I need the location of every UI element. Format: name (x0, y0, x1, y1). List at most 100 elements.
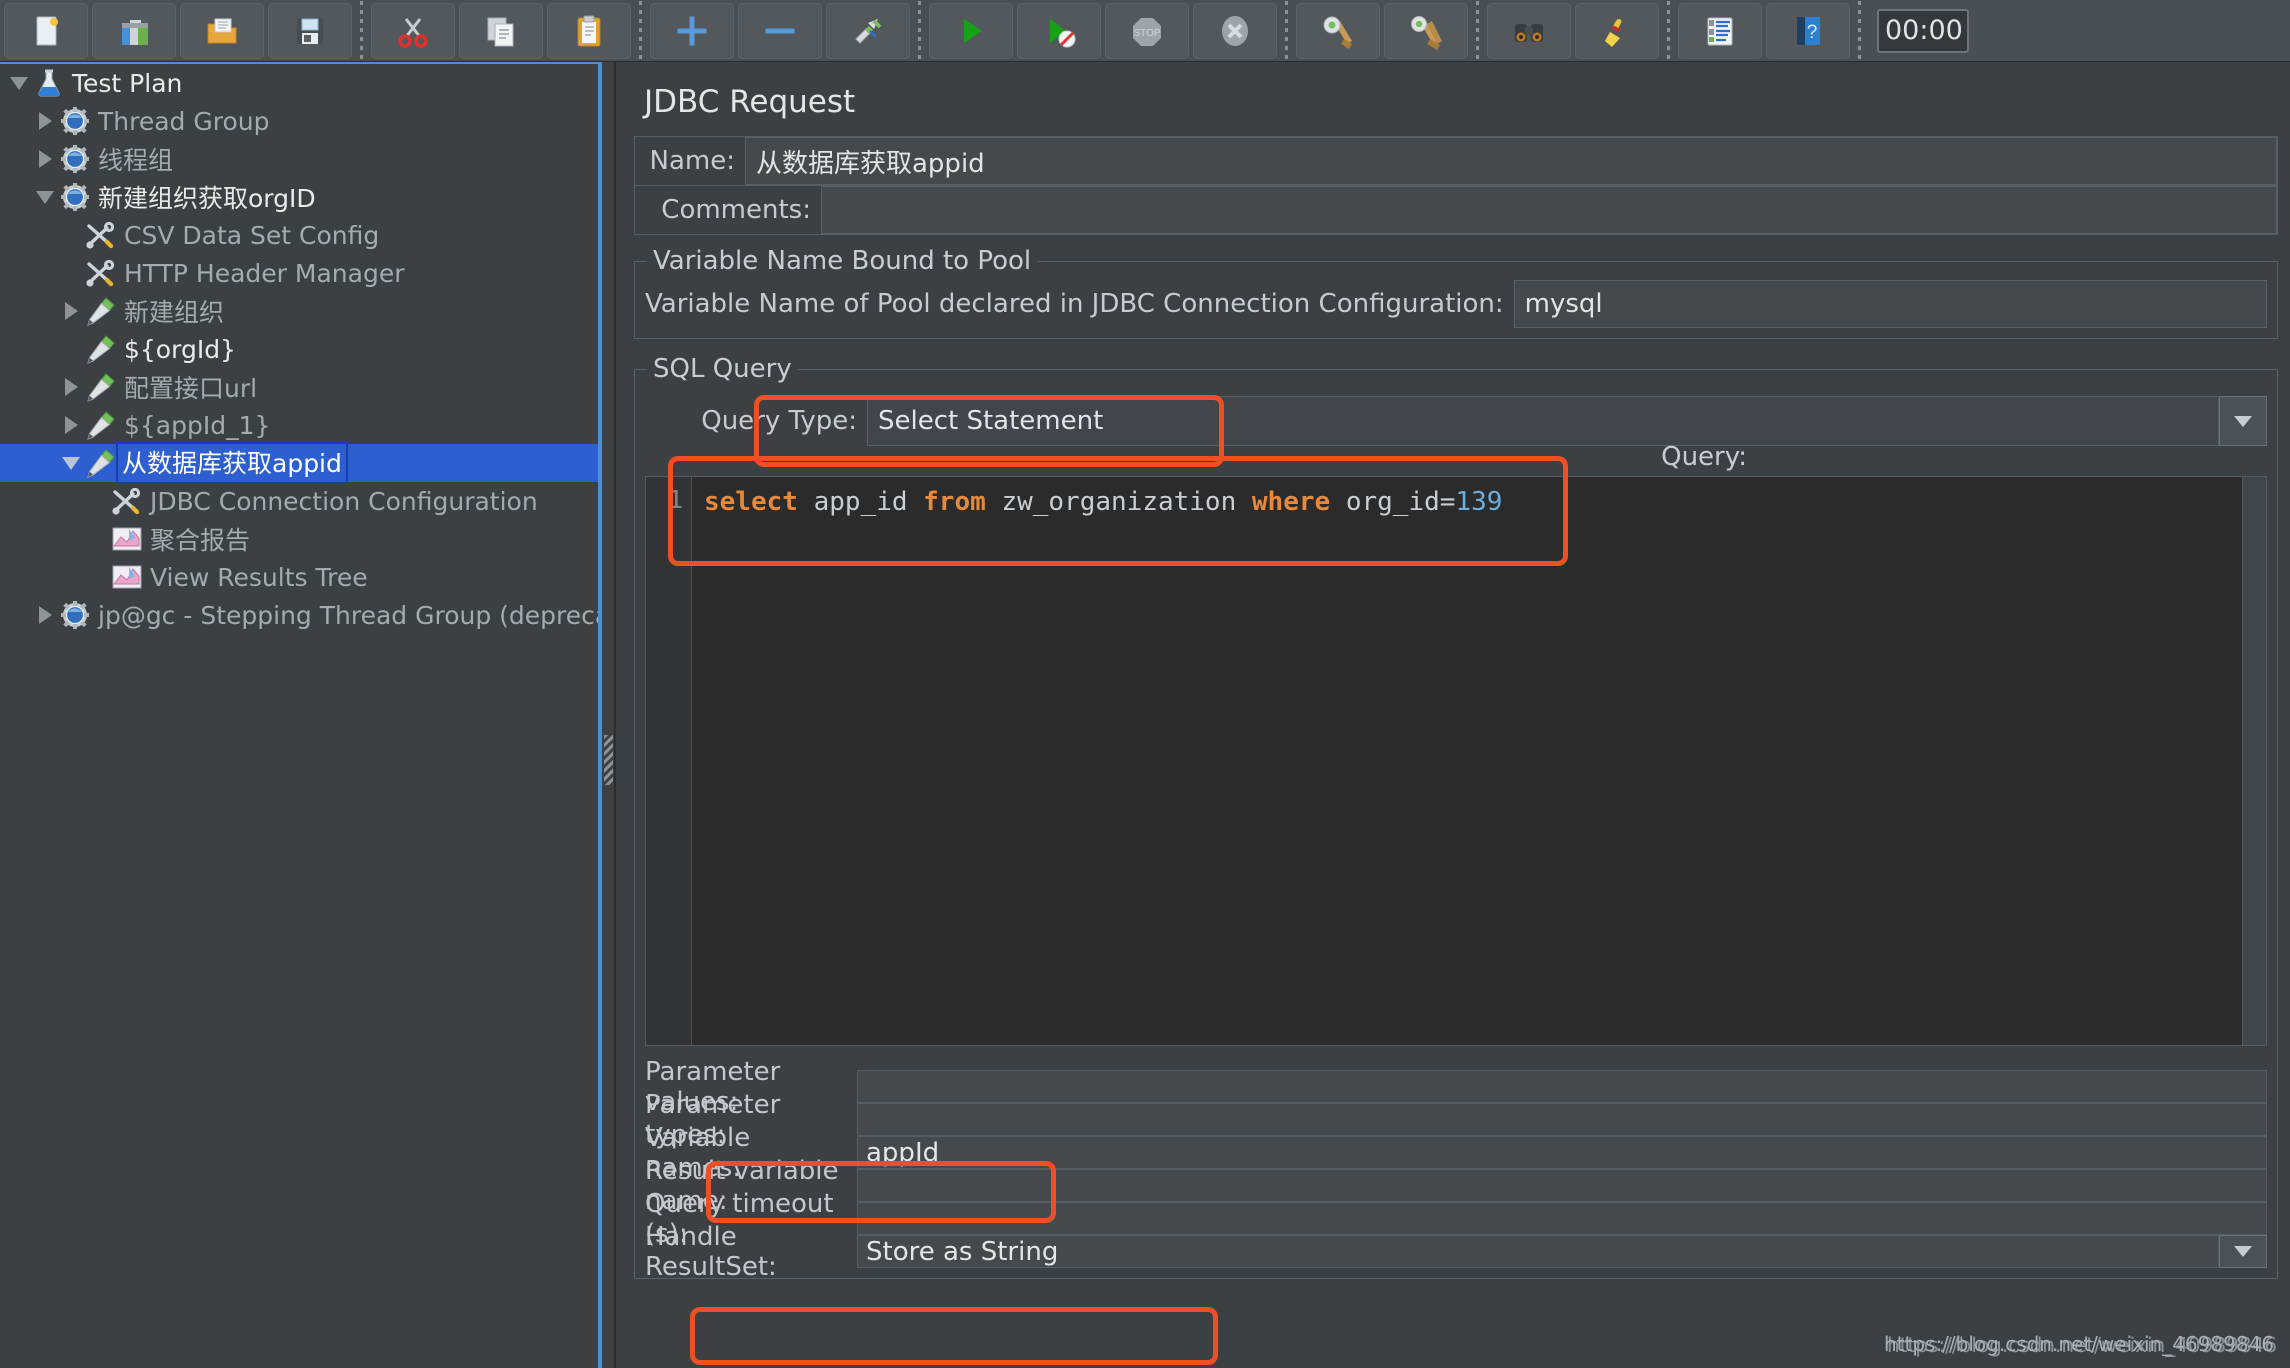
start-play-icon (951, 11, 991, 51)
svg-text:STOP: STOP (1133, 28, 1160, 39)
save-floppy-icon (290, 11, 330, 51)
copy-button[interactable] (459, 2, 543, 59)
clear-button[interactable] (1296, 2, 1380, 59)
tree-item-1[interactable]: Thread Group (0, 102, 600, 140)
open-button[interactable] (180, 2, 264, 59)
help-book-icon: ? (1788, 11, 1828, 51)
tree-item-10[interactable]: 从数据库获取appid (0, 442, 600, 484)
toggle-button[interactable] (826, 2, 910, 59)
cut-button[interactable] (371, 2, 455, 59)
tree-item-0[interactable]: Test Plan (0, 64, 600, 102)
reset-search-broom-icon (1597, 11, 1637, 51)
query-caption-label: Query: (1661, 442, 1747, 472)
chevron-down-icon[interactable] (6, 70, 32, 96)
field-input-handle-resultset[interactable]: Store as String (857, 1235, 2219, 1268)
shutdown-button[interactable] (1193, 2, 1277, 59)
tree-item-7[interactable]: ${orgId} (0, 330, 600, 368)
start-no-timers-button[interactable] (1017, 2, 1101, 59)
query-type-dropdown-button[interactable] (2219, 396, 2267, 446)
query-type-select[interactable]: Select Statement (867, 396, 2219, 446)
tree-item-9[interactable]: ${appId_1} (0, 406, 600, 444)
field-input-query-timeout-s[interactable] (857, 1202, 2267, 1235)
toolbar-separator (639, 0, 642, 61)
name-row: Name: 从数据库获取appid (634, 136, 2278, 186)
name-input[interactable]: 从数据库获取appid (745, 137, 2277, 185)
tree-item-3[interactable]: 新建组织获取orgID (0, 178, 600, 216)
panel-splitter[interactable] (602, 62, 616, 1368)
splitter-grip-dots-icon[interactable] (604, 735, 613, 785)
chevron-down-icon[interactable] (58, 450, 84, 476)
field-input-variable-names[interactable]: appId (857, 1136, 2267, 1169)
toolbar-separator (1858, 0, 1861, 61)
pool-variable-input[interactable]: mysql (1513, 280, 2267, 328)
start-button[interactable] (929, 2, 1013, 59)
name-label: Name: (649, 146, 735, 176)
jdbc-parameter-fields: Parameter values: Parameter types: Variabl… (645, 1057, 2267, 1282)
tree-item-5[interactable]: HTTP Header Manager (0, 254, 600, 292)
chevron-right-icon[interactable] (58, 374, 84, 400)
plus-icon (672, 11, 712, 51)
test-plan-flask-icon (32, 68, 66, 98)
clear-broom-icon (1318, 11, 1358, 51)
jdbc-request-panel: JDBC Request Name: 从数据库获取appid Comments:… (620, 62, 2290, 1368)
comments-label: Comments: (661, 195, 811, 225)
tree-item-14[interactable]: jp@gc - Stepping Thread Group (deprecate… (0, 596, 600, 634)
tree-item-11[interactable]: JDBC Connection Configuration (0, 482, 600, 520)
paste-clipboard-icon (569, 11, 609, 51)
tree-item-4[interactable]: CSV Data Set Config (0, 216, 600, 254)
chevron-right-icon[interactable] (58, 298, 84, 324)
comments-input[interactable] (821, 186, 2277, 234)
field-input-parameter-values[interactable] (857, 1070, 2267, 1103)
sql-token-plain (798, 487, 814, 517)
chevron-down-icon[interactable] (32, 184, 58, 210)
paste-button[interactable] (547, 2, 631, 59)
sql-editor[interactable]: 1 select app_id from zw_organization whe… (645, 476, 2267, 1046)
sql-token-kw: from (923, 487, 986, 517)
new-test-plan-button[interactable] (4, 2, 88, 59)
stop-button[interactable]: STOP (1105, 2, 1189, 59)
sampler-pencil-icon (84, 372, 118, 402)
reset-search-button[interactable] (1575, 2, 1659, 59)
field-input-parameter-types[interactable] (857, 1103, 2267, 1136)
tree-item-label: Test Plan (72, 68, 183, 98)
field-dropdown-handle-resultset[interactable] (2219, 1235, 2267, 1268)
sql-token-plain (986, 487, 1002, 517)
sql-editor-scrollbar[interactable] (2242, 477, 2266, 1045)
sql-token-kw: select (704, 487, 798, 517)
field-row-result-variable-name: Result variable name: (645, 1156, 2267, 1216)
function-helper-button[interactable] (1678, 2, 1762, 59)
function-helper-icon (1700, 11, 1740, 51)
sampler-pencil-icon (84, 296, 118, 326)
sql-code-text[interactable]: select app_id from zw_organization where… (692, 477, 2266, 1045)
chevron-right-icon[interactable] (32, 108, 58, 134)
tree-item-12[interactable]: 聚合报告 (0, 520, 600, 558)
chevron-right-icon[interactable] (32, 146, 58, 172)
expand-all-button[interactable] (650, 2, 734, 59)
search-button[interactable] (1487, 2, 1571, 59)
toolbar-separator (1667, 0, 1670, 61)
tree-item-13[interactable]: View Results Tree (0, 558, 600, 596)
chevron-right-icon[interactable] (58, 412, 84, 438)
templates-button[interactable] (92, 2, 176, 59)
listener-chart-icon (110, 524, 144, 554)
minus-icon (760, 11, 800, 51)
help-button[interactable]: ? (1766, 2, 1850, 59)
field-row-parameter-types: Parameter types: (645, 1090, 2267, 1150)
chevron-right-icon[interactable] (32, 602, 58, 628)
clear-all-button[interactable] (1384, 2, 1468, 59)
field-input-result-variable-name[interactable] (857, 1169, 2267, 1202)
save-button[interactable] (268, 2, 352, 59)
collapse-all-button[interactable] (738, 2, 822, 59)
tree-item-6[interactable]: 新建组织 (0, 292, 600, 330)
tree-item-8[interactable]: 配置接口url (0, 368, 600, 406)
sql-query-groupbox: SQL Query Query Type: Select Statement Q… (634, 354, 2278, 1282)
tree-item-label: 聚合报告 (150, 526, 251, 555)
tree-item-2[interactable]: 线程组 (0, 140, 600, 178)
test-plan-tree[interactable]: Test Plan Thread Group 线程组 新建组织获取orgID CSV D… (0, 62, 600, 1368)
templates-folder-icon (114, 11, 154, 51)
field-row-variable-names: Variable names: appId (645, 1123, 2267, 1183)
tree-item-label: HTTP Header Manager (124, 258, 405, 288)
